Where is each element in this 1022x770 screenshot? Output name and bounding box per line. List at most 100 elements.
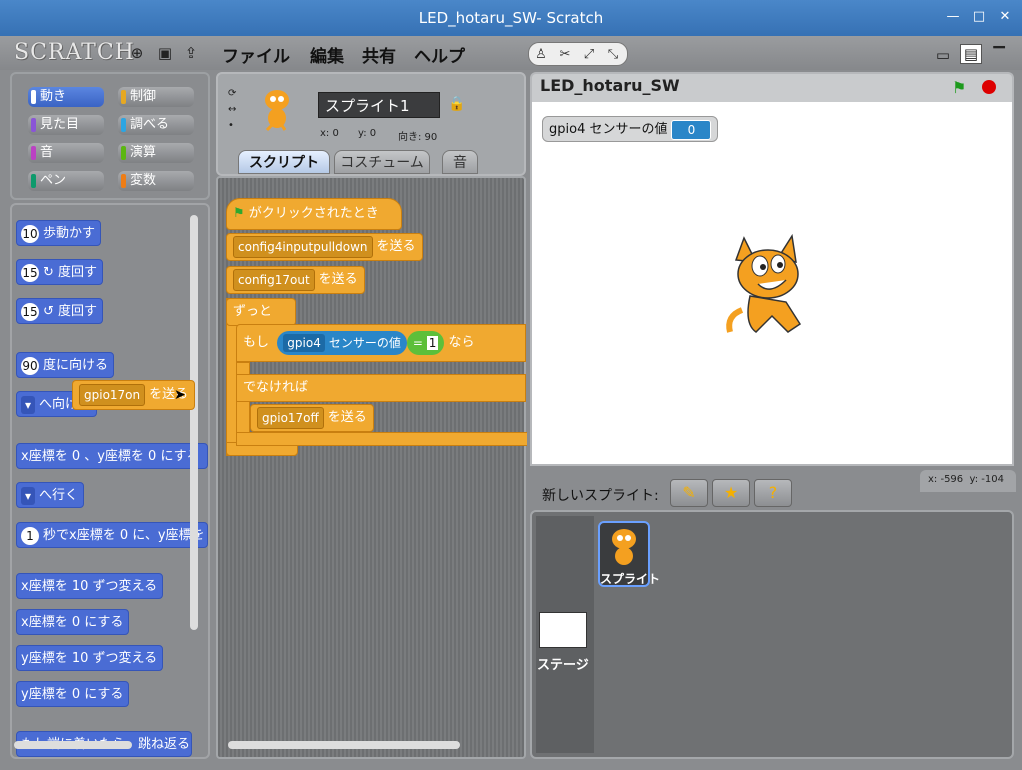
category-sensing[interactable]: 調べる [118, 115, 194, 135]
palette-block-set-y[interactable]: y座標を 0 にする [16, 681, 130, 707]
paint-sprite-button[interactable]: ✎ [670, 479, 708, 507]
mouse-x: x: -596 [928, 474, 964, 485]
block-label: でなければ [243, 380, 309, 395]
category-label: 変数 [130, 173, 157, 188]
normal-stage-icon[interactable]: ▤ [960, 44, 982, 64]
palette-block-set-x[interactable]: x座標を 0 にする [16, 609, 130, 635]
block-label: を送る [376, 239, 416, 254]
mouse-y: y: -104 [969, 474, 1004, 485]
category-label: 制御 [130, 89, 157, 104]
if-else-block[interactable]: もし gpio4 センサーの値 = 1 なら [236, 324, 526, 362]
new-sprite-label: 新しいスプライト: [542, 488, 659, 504]
broadcast-dropdown[interactable]: config4inputpulldown [233, 235, 373, 258]
block-label: x座標を 0 、y座標を 0 にする [21, 449, 200, 464]
menu-edit[interactable]: 編集 [310, 42, 344, 67]
presentation-icon[interactable]: ▔ [990, 46, 1008, 64]
category-label: 動き [40, 89, 67, 104]
sprite-thumbnail-label: スプライト [600, 572, 661, 586]
dropdown-icon[interactable]: ▾ [21, 486, 36, 505]
stop-icon[interactable] [982, 80, 996, 94]
category-sound[interactable]: 音 [28, 143, 104, 163]
random-sprite-button[interactable]: ? [754, 479, 792, 507]
category-pen[interactable]: ペン [28, 171, 104, 191]
globe-icon[interactable]: ⊕ [128, 44, 146, 62]
green-flag-icon[interactable]: ⚑ [952, 78, 966, 97]
lock-icon[interactable]: 🔒 [448, 96, 465, 112]
block-input[interactable]: 15 [21, 302, 39, 321]
palette-block-goto-xy[interactable]: x座標を 0 、y座標を 0 にする [16, 443, 208, 469]
block-label: がクリックされたとき [248, 206, 379, 221]
category-looks[interactable]: 見た目 [28, 115, 104, 135]
dropdown-icon[interactable]: ▾ [21, 395, 36, 414]
small-stage-icon[interactable]: ▭ [934, 46, 952, 64]
forever-block[interactable]: ずっと [226, 298, 296, 326]
palette-scrollbar[interactable] [190, 215, 198, 630]
block-label: x座標を 10 ずつ変える [21, 579, 158, 594]
close-icon[interactable]: ✕ [996, 8, 1014, 26]
sensor-monitor[interactable]: gpio4 センサーの値 0 [542, 116, 719, 142]
block-input[interactable]: 10 [21, 224, 39, 243]
stage-thumbnail[interactable] [539, 612, 587, 648]
else-section: でなければ [236, 374, 526, 402]
broadcast-dropdown[interactable]: gpio17off [257, 406, 324, 429]
broadcast-block[interactable]: gpio17off を送る [250, 404, 374, 432]
category-label: 調べる [130, 117, 170, 132]
category-control[interactable]: 制御 [118, 87, 194, 107]
minimize-icon[interactable]: — [944, 8, 962, 26]
sprite-direction: 向き: 90 [398, 132, 438, 143]
block-palette [10, 203, 210, 759]
sensor-dropdown[interactable]: gpio4 [283, 333, 325, 352]
block-input[interactable]: 90 [21, 356, 39, 375]
block-label: y座標を 10 ずつ変える [21, 651, 158, 666]
menu-share[interactable]: 共有 [362, 42, 396, 67]
category-motion[interactable]: 動き [28, 87, 104, 107]
palette-block-change-y[interactable]: y座標を 10 ずつ変える [16, 645, 164, 671]
palette-hscrollbar[interactable] [14, 741, 132, 749]
palette-block-turn-right[interactable]: 15 ↻ 度回す [16, 259, 104, 285]
block-input[interactable]: 15 [21, 263, 39, 282]
delete-icon[interactable]: ✂ [553, 44, 577, 66]
palette-block-move[interactable]: 10 歩動かす [16, 220, 102, 246]
broadcast-block[interactable]: config4inputpulldown を送る [226, 233, 423, 261]
cat-sprite[interactable] [722, 232, 822, 342]
palette-block-goto[interactable]: ▾ へ行く [16, 482, 85, 508]
palette-block-glide[interactable]: 1 秒でx座標を 0 に、y座標を [16, 522, 208, 548]
block-label: 度に向ける [43, 358, 109, 373]
menu-help[interactable]: ヘルプ [414, 42, 465, 67]
palette-block-change-x[interactable]: x座標を 10 ずつ変える [16, 573, 164, 599]
category-variables[interactable]: 変数 [118, 171, 194, 191]
save-icon[interactable]: ▣ [156, 44, 174, 62]
broadcast-dropdown[interactable]: config17out [233, 268, 315, 291]
broadcast-dropdown[interactable]: gpio17on [79, 383, 146, 406]
palette-block-point-direction[interactable]: 90 度に向ける [16, 352, 115, 378]
grow-icon[interactable]: ⤢ [577, 44, 601, 66]
palette-block-turn-left[interactable]: 15 ↺ 度回す [16, 298, 104, 324]
category-label: 見た目 [40, 117, 80, 132]
tab-sounds[interactable]: 音 [442, 150, 478, 174]
shrink-icon[interactable]: ⤡ [601, 44, 625, 66]
duplicate-icon[interactable]: ♙ [529, 44, 553, 66]
broadcast-block[interactable]: config17out を送る [226, 266, 365, 294]
block-input[interactable]: 1 [21, 526, 39, 545]
rotation-style-icons[interactable]: ⟳ ↔ • [228, 86, 236, 134]
sprite-x: x: 0 [320, 128, 339, 139]
tab-scripts[interactable]: スクリプト [238, 150, 330, 174]
category-operators[interactable]: 演算 [118, 143, 194, 163]
menu-bar: SCRATCH ⊕ ▣ ⇪ ファイル 編集 共有 ヘルプ ▭ ▤ ▔ [0, 36, 1022, 70]
reporter-label: センサーの値 [328, 335, 401, 350]
tab-costumes[interactable]: コスチューム [334, 150, 430, 174]
menu-file[interactable]: ファイル [222, 42, 290, 67]
share-icon[interactable]: ⇪ [182, 44, 200, 62]
operator-input[interactable]: 1 [426, 335, 439, 350]
cat-icon [612, 529, 636, 565]
category-label: 演算 [130, 145, 157, 160]
when-flag-clicked-block[interactable]: ⚑ がクリックされたとき [226, 198, 402, 230]
scripts-hscrollbar[interactable] [228, 741, 460, 749]
equals-operator[interactable]: = 1 [406, 330, 445, 355]
sensor-value-reporter[interactable]: gpio4 センサーの値 [277, 330, 407, 355]
maximize-icon[interactable]: □ [970, 8, 988, 26]
sprite-name-field[interactable]: スプライト1 [318, 92, 440, 118]
scripts-area[interactable] [216, 176, 526, 759]
sprite-y: y: 0 [358, 128, 377, 139]
choose-sprite-button[interactable]: ★ [712, 479, 750, 507]
